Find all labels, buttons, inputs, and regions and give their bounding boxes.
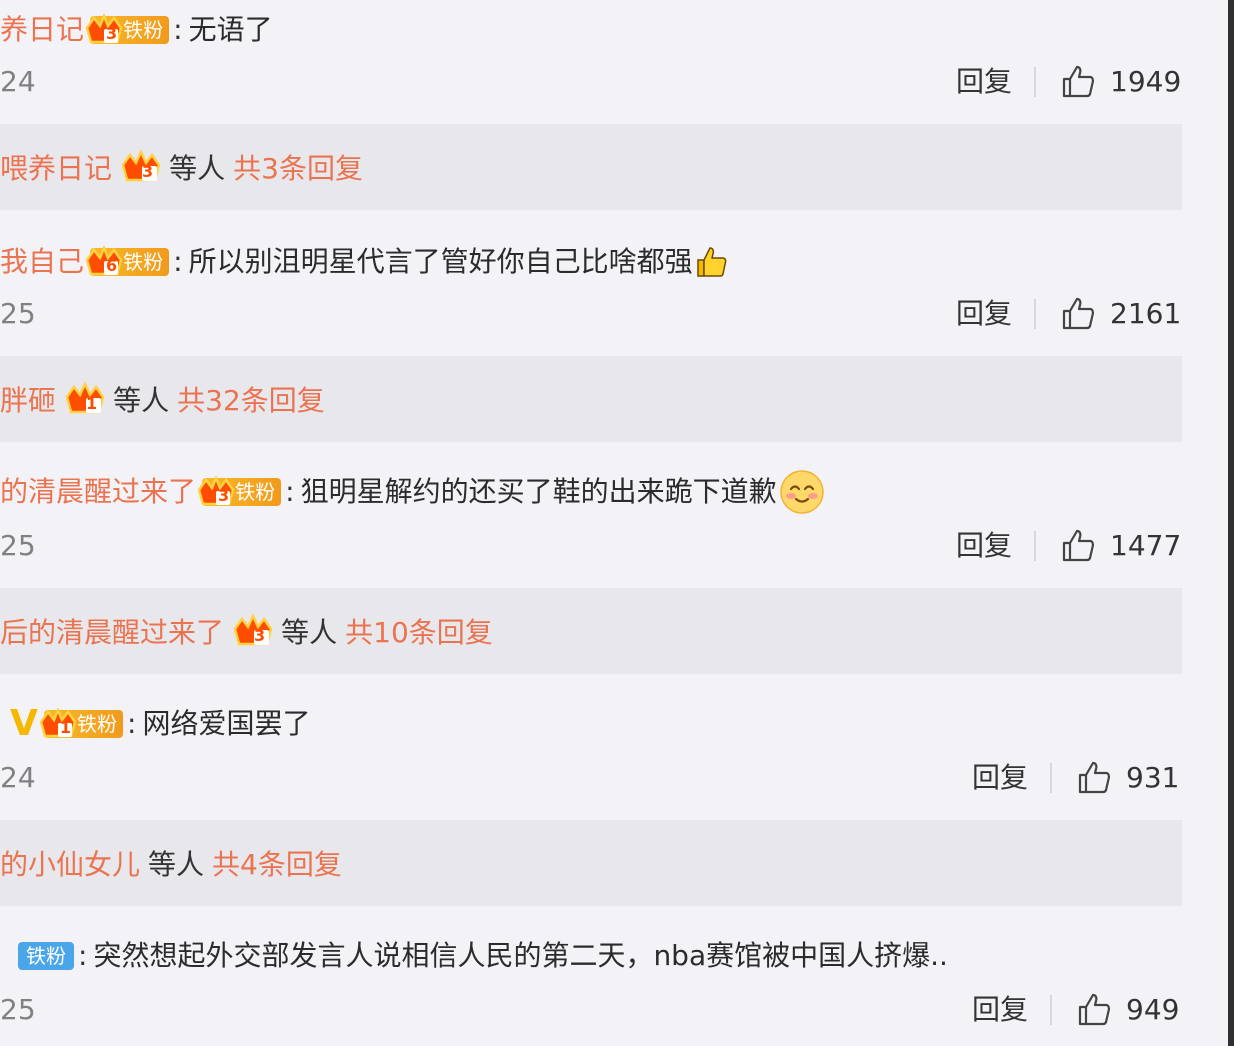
- comment-5-line: 铁粉 : 突然想起外交部发言人说相信人民的第二天，nba赛馆被中国人挤爆..: [0, 936, 948, 976]
- right-scroll-rail: [1228, 0, 1234, 1046]
- comment-2-actions: 回复 2161: [956, 294, 1181, 334]
- divider: [1050, 763, 1053, 793]
- divider: [1034, 531, 1037, 561]
- crown-icon: [64, 382, 106, 416]
- comment-4-level: 1: [59, 718, 72, 737]
- divider: [1050, 995, 1053, 1025]
- colon: :: [78, 939, 88, 972]
- comment-1-actions: 回复 1949: [956, 62, 1181, 102]
- verified-v-icon: V: [10, 703, 38, 744]
- comment-3-reply-button[interactable]: 回复: [956, 526, 1012, 566]
- comment-1-time: 24: [0, 65, 36, 98]
- thumbs-up-icon[interactable]: [1060, 64, 1096, 100]
- thread-2-total-link[interactable]: 共32条回复: [177, 379, 325, 419]
- thread-4-etc: 等人: [148, 848, 205, 881]
- comment-4-time: 24: [0, 761, 36, 794]
- thread-2-etc: 等人: [113, 384, 170, 417]
- thumbs-up-icon[interactable]: [1076, 992, 1112, 1028]
- comment-2-like-count: 2161: [1110, 297, 1182, 330]
- comment-5-text: 突然想起外交部发言人说相信人民的第二天，nba赛馆被中国人挤爆..: [93, 939, 948, 972]
- comment-5-fan-badge: 铁粉: [18, 942, 74, 970]
- comment-3-like-count: 1477: [1110, 529, 1182, 562]
- comment-4-actions: 回复 931: [972, 758, 1179, 798]
- comment-2-line: 我自己 6 铁粉 : 所以别沮明星代言了管好你自己比啥都强: [0, 242, 729, 282]
- comment-2-reply-button[interactable]: 回复: [956, 294, 1012, 334]
- colon: :: [285, 475, 295, 508]
- comment-3-line: 的清晨醒过来了 3 铁粉 : 狙明星解约的还买了鞋的出来跪下道歉: [0, 469, 825, 515]
- comment-5-actions: 回复 949: [972, 990, 1179, 1030]
- comment-3-time: 25: [0, 529, 36, 562]
- thumbs-up-icon[interactable]: [1076, 760, 1112, 796]
- comment-1-reply-thread[interactable]: 喂养日记 3 等人 共3条回复: [0, 124, 1182, 210]
- thumbs-up-icon[interactable]: [1060, 528, 1096, 564]
- comment-2-fan-badge: 6 铁粉: [85, 246, 170, 276]
- comment-2-username[interactable]: 我自己: [0, 242, 84, 282]
- comment-3-actions: 回复 1477: [956, 526, 1181, 566]
- thread-3-total-link[interactable]: 共10条回复: [345, 611, 493, 651]
- comment-2-time: 25: [0, 297, 36, 330]
- crown-icon: [196, 476, 236, 508]
- comment-4-fan-badge: 1 铁粉: [39, 708, 124, 738]
- comment-3-text: 狙明星解约的还买了鞋的出来跪下道歉: [300, 475, 777, 508]
- comment-1-username[interactable]: 养日记: [0, 10, 84, 50]
- thread-1-total-link[interactable]: 共3条回复: [233, 147, 363, 187]
- thread-1-names[interactable]: 喂养日记: [0, 147, 112, 187]
- colon: :: [173, 245, 183, 278]
- comment-2-text: 所以别沮明星代言了管好你自己比啥都强: [188, 245, 693, 278]
- thread-2-names[interactable]: 胖砸: [0, 379, 56, 419]
- comment-3-badge-label: 铁粉: [235, 480, 276, 504]
- comment-2-level: 6: [106, 256, 118, 275]
- comment-5-time: 25: [0, 993, 36, 1026]
- comment-5-badge-label: 铁粉: [26, 944, 66, 968]
- colon: :: [127, 707, 137, 740]
- divider: [1034, 299, 1037, 329]
- blushing-face-emoji-icon: [779, 469, 825, 515]
- comment-5-reply-button[interactable]: 回复: [972, 990, 1028, 1030]
- comment-4-text: 网络爱国罢了: [142, 707, 311, 740]
- thread-3-names[interactable]: 后的清晨醒过来了: [0, 611, 224, 651]
- thread-4-total-link[interactable]: 共4条回复: [212, 843, 342, 883]
- comment-1-like-count: 1949: [1110, 65, 1182, 98]
- comment-3-reply-thread[interactable]: 后的清晨醒过来了 3 等人 共10条回复: [0, 588, 1182, 674]
- comment-1-reply-button[interactable]: 回复: [956, 62, 1012, 102]
- crown-icon: [38, 708, 78, 740]
- comment-3-fan-badge: 3 铁粉: [197, 476, 282, 506]
- thread-3-level: 3: [254, 625, 266, 645]
- comment-4-like-count: 931: [1126, 761, 1180, 794]
- comment-1-line: 养日记 3 铁粉 : 无语了: [0, 10, 273, 50]
- crown-icon: [84, 246, 124, 278]
- comment-4-reply-button[interactable]: 回复: [972, 758, 1028, 798]
- comment-5-like-count: 949: [1126, 993, 1180, 1026]
- thumbs-up-icon[interactable]: [1060, 296, 1096, 332]
- thread-1-etc: 等人: [169, 152, 226, 185]
- comment-4-line: V 1 铁粉 : 网络爱国罢了: [0, 704, 310, 744]
- comment-4-reply-thread[interactable]: 的小仙女儿 等人 共4条回复: [0, 820, 1182, 906]
- crown-icon: [84, 14, 124, 46]
- comment-2-reply-thread[interactable]: 胖砸 1 等人 共32条回复: [0, 356, 1182, 442]
- thread-3-etc: 等人: [281, 616, 338, 649]
- thumbs-up-emoji-icon: [695, 245, 729, 279]
- thread-4-names[interactable]: 的小仙女儿: [0, 843, 140, 883]
- comment-3-level: 3: [218, 486, 230, 505]
- crown-icon: [232, 614, 274, 648]
- divider: [1034, 67, 1037, 97]
- thread-1-level: 3: [142, 161, 154, 181]
- comment-1-text: 无语了: [188, 13, 273, 46]
- crown-icon: [120, 150, 162, 184]
- comment-4-badge-label: 铁粉: [77, 712, 118, 736]
- comment-1-badge-label: 铁粉: [123, 18, 164, 42]
- thread-2-level: 1: [86, 393, 98, 413]
- comment-2-badge-label: 铁粉: [123, 250, 164, 274]
- comment-1-fan-badge: 3 铁粉: [85, 14, 170, 44]
- colon: :: [173, 13, 183, 46]
- comment-3-username[interactable]: 的清晨醒过来了: [0, 472, 196, 512]
- comment-1-level: 3: [106, 24, 118, 43]
